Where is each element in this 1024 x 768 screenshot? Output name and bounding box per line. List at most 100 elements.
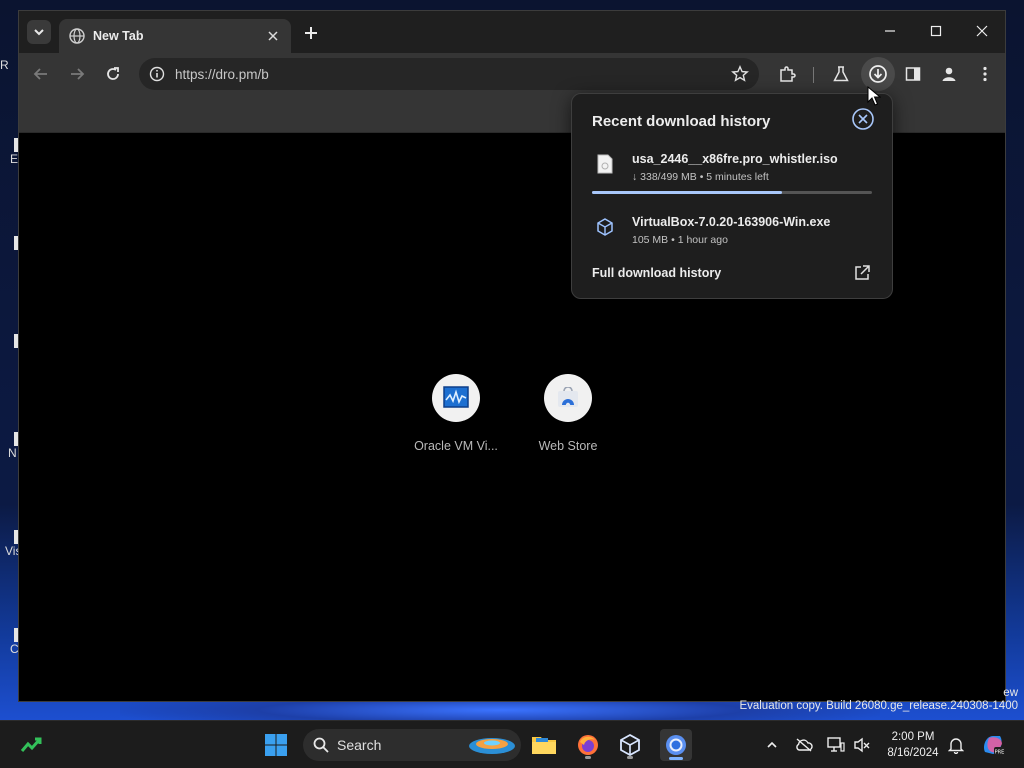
- folder-icon: [532, 737, 556, 754]
- url-text[interactable]: https://dro.pm/b: [175, 67, 731, 82]
- download-progress-bar: [592, 191, 872, 194]
- new-tab-button[interactable]: [301, 23, 321, 43]
- shortcut-label: Oracle VM Vi...: [414, 439, 498, 453]
- tab-close-icon[interactable]: [265, 28, 281, 44]
- download-history-panel: Recent download history usa_2446__x86fre…: [571, 93, 893, 299]
- speaker-muted-icon: [854, 737, 870, 753]
- shortcut-label: Web Store: [538, 439, 598, 453]
- puzzle-icon: [780, 66, 796, 82]
- firefox-button[interactable]: [572, 729, 604, 761]
- bell-icon: [948, 738, 964, 754]
- arrow-right-icon: [71, 68, 85, 80]
- download-status: 105 MB • 1 hour ago: [632, 234, 728, 246]
- tab-strip: New Tab: [19, 11, 1005, 53]
- taskbar-search[interactable]: Search: [303, 729, 521, 761]
- desktop-icon-4[interactable]: [0, 334, 20, 348]
- maximize-button[interactable]: [913, 11, 959, 51]
- address-bar[interactable]: https://dro.pm/b: [139, 58, 759, 90]
- running-indicator: [585, 756, 591, 759]
- plus-icon: [305, 27, 317, 39]
- desktop-icon-edge[interactable]: E: [0, 138, 20, 166]
- window-controls: [867, 11, 1005, 53]
- desktop-icon-7[interactable]: C: [0, 628, 20, 656]
- network-tray-button[interactable]: [826, 735, 846, 755]
- file-explorer-button[interactable]: [528, 729, 560, 761]
- more-vertical-icon: [983, 66, 987, 82]
- desktop-icon-5[interactable]: N: [0, 432, 20, 460]
- download-filename: usa_2446__x86fre.pro_whistler.iso: [632, 152, 838, 166]
- file-icon: [597, 154, 613, 174]
- download-status: ↓ 338/499 MB • 5 minutes left: [632, 171, 769, 183]
- mouse-cursor-icon: [867, 86, 881, 106]
- notifications-button[interactable]: [946, 735, 966, 755]
- site-info-icon[interactable]: [149, 66, 165, 82]
- show-hidden-icons-button[interactable]: [762, 735, 782, 755]
- virtualbox-taskbar-button[interactable]: [614, 729, 646, 761]
- desktop-icon-label: N: [8, 446, 17, 460]
- chrome-taskbar-button[interactable]: [660, 729, 692, 761]
- side-panel-button[interactable]: [901, 62, 925, 86]
- download-item[interactable]: VirtualBox-7.0.20-163906-Win.exe 105 MB …: [592, 215, 874, 249]
- onedrive-tray-button[interactable]: [794, 735, 814, 755]
- extensions-button[interactable]: [775, 62, 799, 86]
- close-window-button[interactable]: [959, 11, 1005, 51]
- virtualbox-monitor-icon: [443, 386, 469, 408]
- virtualbox-icon: [620, 733, 640, 757]
- close-icon: [976, 25, 988, 37]
- reload-icon: [107, 67, 119, 80]
- clock-date: 8/16/2024: [887, 747, 939, 759]
- toolbar-separator: [813, 67, 814, 83]
- close-panel-icon[interactable]: [851, 107, 875, 131]
- windows-logo-icon: [265, 734, 287, 756]
- globe-icon: [69, 28, 85, 44]
- download-filename: VirtualBox-7.0.20-163906-Win.exe: [632, 215, 831, 229]
- chevron-down-icon: [34, 29, 44, 36]
- bookmark-star-icon[interactable]: [731, 65, 749, 83]
- desktop-icon-label: R: [0, 58, 9, 72]
- close-icon: [268, 31, 278, 41]
- download-progress-fill: [592, 191, 783, 194]
- tab-new-tab[interactable]: New Tab: [59, 19, 291, 53]
- active-indicator: [669, 757, 683, 760]
- watermark-line-2: Evaluation copy. Build 26080.ge_release.…: [739, 700, 1018, 712]
- forward-button[interactable]: [65, 62, 89, 86]
- clock[interactable]: 2:00 PM 8/16/2024: [878, 729, 948, 761]
- minimize-button[interactable]: [867, 11, 913, 51]
- start-button[interactable]: [260, 729, 292, 761]
- desktop-icon-label: E: [10, 152, 19, 166]
- search-highlight-icon: [469, 738, 515, 754]
- desktop-icon-recycle[interactable]: R: [0, 58, 20, 72]
- chevron-up-icon: [767, 741, 777, 748]
- back-button[interactable]: [29, 62, 53, 86]
- watermark-line-1: ew: [1003, 687, 1018, 699]
- desktop-icon-3[interactable]: [0, 236, 20, 250]
- tab-search-button[interactable]: [27, 20, 51, 44]
- shortcut-oracle-vm[interactable]: Oracle VM Vi...: [408, 374, 504, 453]
- panel-title: Recent download history: [592, 113, 771, 130]
- volume-tray-button[interactable]: [852, 735, 872, 755]
- copilot-icon: PRE: [983, 736, 1005, 756]
- shortcut-icon-circle: [544, 374, 592, 422]
- download-item[interactable]: usa_2446__x86fre.pro_whistler.iso ↓ 338/…: [592, 152, 874, 186]
- reload-button[interactable]: [101, 62, 125, 86]
- minimize-icon: [885, 30, 895, 32]
- web-store-icon: [558, 387, 578, 408]
- side-panel-icon: [905, 67, 921, 81]
- running-indicator: [627, 756, 633, 759]
- profile-button[interactable]: [937, 62, 961, 86]
- full-download-history-link[interactable]: Full download history: [592, 266, 721, 280]
- firefox-icon: [578, 735, 598, 755]
- shortcut-web-store[interactable]: Web Store: [520, 374, 616, 453]
- copilot-button[interactable]: PRE: [980, 732, 1006, 758]
- search-label: Search: [337, 737, 382, 753]
- menu-button[interactable]: [973, 62, 997, 86]
- download-icon: [869, 65, 887, 83]
- desktop-icon-6[interactable]: Vis: [0, 530, 21, 558]
- open-external-icon[interactable]: [853, 264, 871, 282]
- widgets-button[interactable]: [16, 729, 48, 761]
- taskbar: Search 2:00 PM 8/16/2024 PRE: [0, 720, 1024, 768]
- evaluation-watermark: ew Evaluation copy. Build 26080.ge_relea…: [739, 687, 1018, 712]
- flask-icon: [833, 66, 849, 82]
- labs-button[interactable]: [829, 62, 853, 86]
- search-icon: [313, 737, 329, 753]
